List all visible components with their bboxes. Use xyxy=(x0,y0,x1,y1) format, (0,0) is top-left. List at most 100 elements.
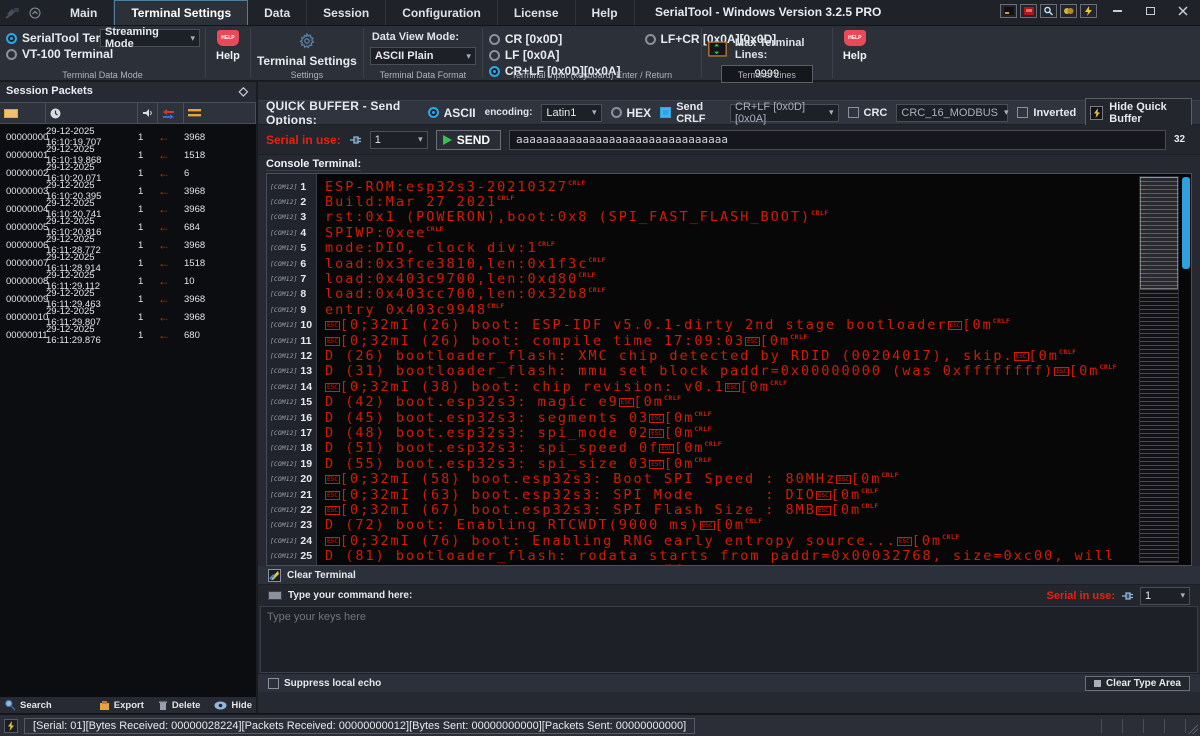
packet-id-column-icon[interactable] xyxy=(0,103,46,123)
serialtool-window: MainTerminal SettingsDataSessionConfigur… xyxy=(0,0,1200,736)
port-column-icon[interactable] xyxy=(138,103,158,123)
c-port: 1 xyxy=(138,150,158,161)
packet-row[interactable]: 0000001029-12-2025 16:11:29.8071←3968 xyxy=(0,306,256,324)
serial-port-dropdown[interactable]: 1▾ xyxy=(370,131,428,149)
minimap-viewport[interactable] xyxy=(1140,177,1178,289)
terminal-line: [COM12]20ESC[0;32mI (58) boot.esp32s3: B… xyxy=(267,471,1137,486)
tab-help[interactable]: Help xyxy=(576,0,635,25)
line-ending-radio-0[interactable]: CR [0x0D] xyxy=(489,32,621,46)
packet-row[interactable]: 0000000329-12-2025 16:10:20.3951←3968 xyxy=(0,180,256,198)
search-tool-icon[interactable] xyxy=(1040,4,1057,18)
channel-label: [COM12] xyxy=(270,275,297,283)
tab-license[interactable]: License xyxy=(498,0,576,25)
scrollbar-thumb[interactable] xyxy=(1182,177,1190,269)
search-label: Search xyxy=(20,700,52,711)
packet-row[interactable]: 0000000229-12-2025 16:10:20.0711←6 xyxy=(0,162,256,180)
hide-button[interactable]: Hide xyxy=(214,700,252,711)
terminal-line: [COM12]26be mapped to vaddr=0x3c000000ES… xyxy=(267,564,1137,566)
tab-main[interactable]: Main xyxy=(54,0,114,25)
flash-tool-icon[interactable] xyxy=(1080,4,1097,18)
packet-row[interactable]: 0000000829-12-2025 16:11:29.1121←10 xyxy=(0,270,256,288)
checkbox-icon xyxy=(268,678,279,689)
crc-label: CRC xyxy=(864,107,888,119)
terminal-line: [COM12]16D (45) boot.esp32s3: segments 0… xyxy=(267,410,1137,425)
packet-row[interactable]: 0000000029-12-2025 16:10:19.7071←3968 xyxy=(0,126,256,144)
terminal-line: [COM12]18D (51) boot.esp32s3: spi_speed … xyxy=(267,441,1137,456)
bytes-column-icon[interactable] xyxy=(184,103,255,123)
console-terminal[interactable]: [COM12]1ESP-ROM:esp32s3-20210327CRLF[COM… xyxy=(266,173,1192,566)
terminal-minimap[interactable] xyxy=(1139,176,1179,563)
c-bytes: 3968 xyxy=(184,204,256,215)
direction-column-icon[interactable] xyxy=(158,103,184,123)
clear-terminal-button[interactable]: Clear Terminal xyxy=(268,569,356,582)
radio-dot-icon xyxy=(645,34,656,45)
tab-terminal-settings[interactable]: Terminal Settings xyxy=(114,0,248,25)
clear-terminal-icon xyxy=(268,569,281,582)
hex-radio[interactable]: HEX xyxy=(611,106,652,120)
crlf-dropdown[interactable]: CR+LF [0x0D][0x0A]▾ xyxy=(730,104,839,122)
packet-row[interactable]: 0000000929-12-2025 16:11:29.4631←3968 xyxy=(0,288,256,306)
minimize-button[interactable] xyxy=(1104,3,1130,19)
tab-data[interactable]: Data xyxy=(248,0,307,25)
send-crlf-checkbox[interactable]: Send CRLF xyxy=(660,101,721,125)
channel-label: [COM12] xyxy=(270,198,297,206)
crc-checkbox[interactable]: CRC xyxy=(848,107,888,119)
delete-button[interactable]: Delete xyxy=(158,700,201,711)
c-bytes: 684 xyxy=(184,222,256,233)
line-number: 7 xyxy=(300,273,306,285)
inverted-checkbox[interactable]: Inverted xyxy=(1017,107,1076,119)
ascii-radio[interactable]: ASCII xyxy=(428,106,476,120)
screen-tool-icon[interactable] xyxy=(1000,4,1017,18)
suppress-local-echo-checkbox[interactable]: Suppress local echo xyxy=(268,678,381,689)
help-button-1[interactable]: HELP Help xyxy=(206,26,250,80)
status-icon[interactable] xyxy=(4,719,18,733)
packet-row[interactable]: 0000000529-12-2025 16:10:20.8161←684 xyxy=(0,216,256,234)
packet-row[interactable]: 0000001129-12-2025 16:11:29.8761←680 xyxy=(0,324,256,342)
clear-type-area-button[interactable]: Clear Type Area xyxy=(1085,676,1190,691)
clear-terminal-row: Clear Terminal xyxy=(258,566,1200,585)
send-crlf-label: Send CRLF xyxy=(676,101,721,125)
c-id: 00000009 xyxy=(0,294,46,305)
help-button-2[interactable]: HELP Help xyxy=(833,26,877,80)
terminal-main-area: QUICK BUFFER - Send Options: ASCII encod… xyxy=(258,82,1200,713)
maximize-button[interactable] xyxy=(1137,3,1163,19)
streaming-mode-dropdown[interactable]: Streaming Mode ▾ xyxy=(100,29,200,47)
packet-row[interactable]: 0000000729-12-2025 16:11:28.9141←1518 xyxy=(0,252,256,270)
radio-dot-icon xyxy=(6,49,17,60)
send-row: Serial in use: 1▾ SEND 32 xyxy=(258,125,1200,155)
line-ending-label: CR [0x0D] xyxy=(505,32,562,46)
tab-configuration[interactable]: Configuration xyxy=(386,0,498,25)
channel-label: [COM12] xyxy=(270,260,297,268)
packet-row[interactable]: 0000000129-12-2025 16:10:19.8681←1518 xyxy=(0,144,256,162)
timestamp-column-icon[interactable] xyxy=(46,103,138,123)
line-ending-radio-1[interactable]: LF [0x0A] xyxy=(489,48,621,62)
coins-tool-icon[interactable] xyxy=(1060,4,1077,18)
tab-session[interactable]: Session xyxy=(307,0,386,25)
data-view-mode-dropdown[interactable]: ASCII Plain ▾ xyxy=(370,47,476,65)
ribbon-collapse-icon[interactable] xyxy=(26,0,44,25)
packet-row[interactable]: 0000000629-12-2025 16:11:28.7721←3968 xyxy=(0,234,256,252)
terminal-line: [COM12]22ESC[0;32mI (67) boot.esp32s3: S… xyxy=(267,502,1137,517)
type-command-row: Type your command here: Serial in use: 1… xyxy=(258,585,1200,606)
terminal-text: load:0x3fce3810,len:0x1f3cCRLF xyxy=(317,256,606,272)
send-input[interactable] xyxy=(509,130,1166,150)
send-button[interactable]: SEND xyxy=(436,130,501,150)
hide-quick-buffer-button[interactable]: Hide Quick Buffer xyxy=(1085,98,1192,128)
terminal-line: [COM12]8load:0x403cc700,len:0x32b8CRLF xyxy=(267,287,1137,302)
session-packets-panel: Session Packets ◇ 0000000029-12-2025 16:… xyxy=(0,82,258,713)
checkbox-icon xyxy=(660,107,671,118)
export-button[interactable]: Export xyxy=(99,700,144,711)
type-area[interactable] xyxy=(260,606,1198,673)
search-button[interactable]: Search xyxy=(4,699,52,711)
serial-port-dropdown-2[interactable]: 1▾ xyxy=(1140,587,1190,605)
crc-type-dropdown[interactable]: CRC_16_MODBUS▾ xyxy=(896,104,1008,122)
line-number: 2 xyxy=(300,196,306,208)
record-tool-icon[interactable] xyxy=(1020,4,1037,18)
resize-grip[interactable] xyxy=(1188,724,1198,734)
packet-row[interactable]: 0000000429-12-2025 16:10:20.7411←3968 xyxy=(0,198,256,216)
diamond-icon[interactable]: ◇ xyxy=(239,84,248,98)
close-button[interactable] xyxy=(1170,3,1196,19)
c-dir: ← xyxy=(158,150,184,160)
encoding-dropdown[interactable]: Latin1▾ xyxy=(541,104,601,122)
terminal-lines: [COM12]1ESP-ROM:esp32s3-20210327CRLF[COM… xyxy=(267,174,1137,566)
